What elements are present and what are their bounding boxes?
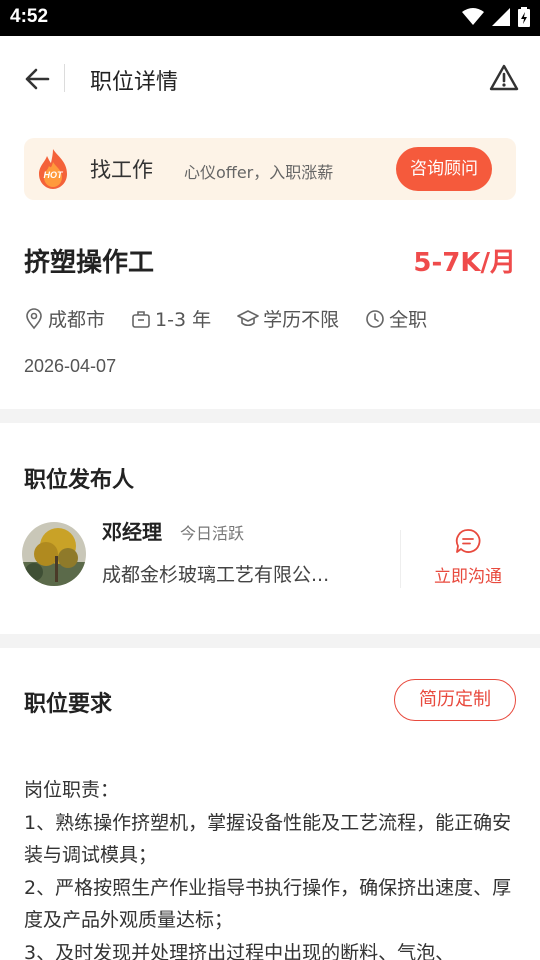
description-line: 2、严格按照生产作业指导书执行操作，确保挤出速度、厚度及产品外观质量达标； — [24, 876, 512, 932]
education-tag: 学历不限 — [237, 305, 339, 332]
salary: 5-7K/月 — [413, 248, 516, 278]
company-name[interactable]: 成都金杉玻璃工艺有限公... — [102, 560, 352, 587]
consult-advisor-button[interactable]: 咨询顾问 — [396, 147, 492, 191]
avatar-image — [22, 522, 86, 586]
back-arrow-icon[interactable] — [22, 64, 52, 94]
section-separator — [0, 409, 540, 423]
requirements-section-title: 职位要求 — [24, 692, 113, 717]
battery-icon — [518, 7, 530, 27]
nav-divider — [64, 64, 65, 92]
chat-now-button[interactable]: 立即沟通 — [420, 528, 516, 588]
signal-icon — [492, 8, 510, 26]
graduation-cap-icon — [237, 309, 259, 326]
description-line: 3、及时发现并处理挤出过程中出现的断料、气泡、 — [24, 941, 455, 960]
section-separator — [0, 634, 540, 648]
wifi-icon — [462, 8, 484, 25]
status-bar: 4:52 — [0, 0, 540, 36]
job-type-tag: 全职 — [365, 305, 427, 332]
briefcase-icon — [132, 310, 150, 328]
page-title: 职位详情 — [90, 70, 179, 95]
job-tags: 成都市 1-3 年 学历不限 全职 — [24, 305, 453, 332]
clock-icon — [366, 309, 384, 328]
warning-report-icon[interactable] — [488, 62, 520, 94]
banner-subtitle: 心仪offer，入职涨薪 — [184, 163, 334, 182]
chat-now-label: 立即沟通 — [434, 567, 502, 587]
recruiter-name: 邓经理 — [102, 520, 162, 544]
vertical-divider — [400, 530, 401, 588]
post-date: 2026-04-07 — [24, 356, 117, 376]
status-icons — [462, 7, 530, 27]
job-type-text: 全职 — [389, 309, 428, 331]
experience-tag: 1-3 年 — [131, 305, 211, 332]
active-status: 今日活跃 — [180, 524, 245, 543]
hot-flame-icon: HOT — [39, 149, 67, 189]
resume-customize-button[interactable]: 简历定制 — [394, 679, 516, 721]
location-pin-icon — [26, 307, 42, 329]
location-text: 成都市 — [48, 309, 106, 331]
description-line: 岗位职责： — [24, 779, 120, 801]
job-title: 挤塑操作工 — [24, 248, 155, 278]
chat-bubble-icon — [455, 529, 481, 553]
banner-title: 找工作 — [90, 158, 153, 182]
education-text: 学历不限 — [263, 309, 340, 331]
nav-bar: 职位详情 — [0, 36, 540, 122]
job-search-banner[interactable]: HOT 找工作 心仪offer，入职涨薪 咨询顾问 — [24, 138, 516, 200]
publisher-section-title: 职位发布人 — [24, 468, 135, 493]
experience-text: 1-3 年 — [155, 309, 212, 331]
hot-label: HOT — [44, 170, 65, 180]
avatar[interactable] — [22, 522, 86, 586]
status-time: 4:52 — [10, 6, 49, 27]
location-tag: 成都市 — [24, 305, 105, 332]
job-description: 岗位职责： 1、熟练操作挤塑机，掌握设备性能及工艺流程，能正确安装与调试模具； … — [24, 774, 516, 960]
description-line: 1、熟练操作挤塑机，掌握设备性能及工艺流程，能正确安装与调试模具； — [24, 811, 512, 867]
